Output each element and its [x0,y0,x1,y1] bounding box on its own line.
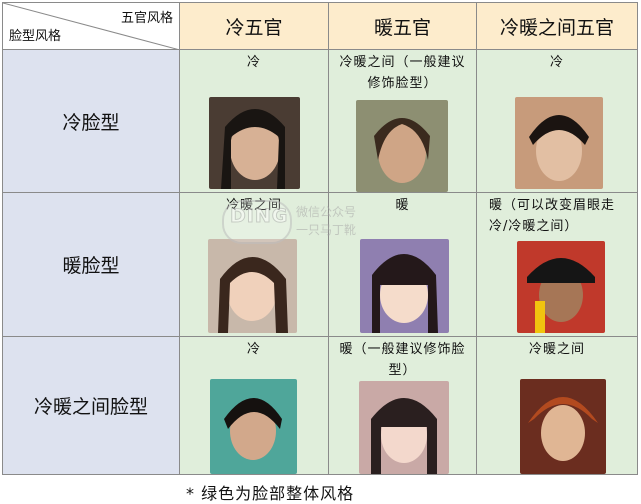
cell-note: 冷暖之间 [528,342,585,357]
corner-header: 五官风格 脸型风格 [3,3,180,50]
column-header-warm: 暖五官 [329,3,477,50]
cell-note: 冷 [246,55,261,70]
cell-cold-face-warm-features: 冷暖之间（一般建议修饰脸型） [329,50,477,193]
portrait-photo [517,241,605,333]
column-header-between: 冷暖之间五官 [477,3,637,50]
row-header-cold: 冷脸型 [3,50,180,193]
cell-between-face-between-features: 冷暖之间 [477,337,637,474]
portrait-photo [520,379,606,474]
cell-cold-face-cold-features: 冷 [180,50,329,193]
portrait-photo [360,239,449,333]
cell-note: 冷 [246,342,261,357]
portrait-photo [359,381,449,474]
cell-note: 暖（可以改变眉眼走冷/冷暖之间） [489,198,616,234]
row-header-between: 冷暖之间脸型 [3,337,180,474]
watermark-line-2: 一只马丁靴 [296,223,357,237]
cell-cold-face-between-features: 冷 [477,50,637,193]
watermark-line-1: 微信公众号 [296,205,357,219]
portrait-photo [210,379,297,474]
portrait-photo [209,97,300,189]
footnote: * 绿色为脸部整体风格 [186,484,355,503]
column-header-cold: 冷五官 [180,3,329,50]
portrait-photo [515,97,603,189]
cell-between-face-warm-features: 暖（一般建议修饰脸型） [329,337,477,474]
cell-between-face-cold-features: 冷 [180,337,329,474]
watermark: DING 微信公众号 一只马丁靴 [222,196,372,244]
portrait-photo [208,239,297,333]
corner-column-label: 五官风格 [120,11,173,26]
cell-note: 冷 [549,55,564,70]
cell-note: 冷暖之间（一般建议修饰脸型） [339,55,466,91]
cell-note: 暖（一般建议修饰脸型） [339,342,466,378]
cell-warm-face-between-features: 暖（可以改变眉眼走冷/冷暖之间） [477,193,637,337]
portrait-photo [356,100,448,192]
row-header-warm: 暖脸型 [3,193,180,337]
watermark-logo: DING [229,205,289,228]
corner-row-label: 脸型风格 [9,29,62,44]
